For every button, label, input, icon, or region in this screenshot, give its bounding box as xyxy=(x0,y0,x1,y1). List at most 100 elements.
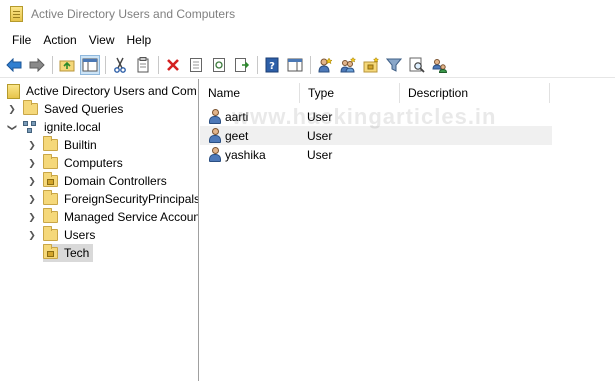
menu-file[interactable]: File xyxy=(6,33,37,47)
menu-help[interactable]: Help xyxy=(121,33,158,47)
list-cell-type: User xyxy=(307,109,333,124)
show-console-tree-icon xyxy=(82,58,98,71)
tree-item-label: ignite.local xyxy=(44,120,101,134)
copy-icon xyxy=(137,56,149,72)
show-action-pane-icon xyxy=(287,58,303,71)
delete-icon xyxy=(167,58,179,71)
find-icon xyxy=(409,57,425,73)
forward-arrow-icon xyxy=(29,57,45,72)
list-item[interactable]: aarti User xyxy=(200,107,552,126)
tree-item-label: Builtin xyxy=(64,138,97,152)
refresh-icon xyxy=(213,57,225,72)
folder-icon xyxy=(43,190,58,205)
toolbar: ? xyxy=(0,52,615,78)
tree-item-tech[interactable]: Tech xyxy=(43,244,94,262)
list-cell-name: aarti xyxy=(200,109,300,124)
tree-item-label: Computers xyxy=(64,156,123,170)
svg-text:?: ? xyxy=(269,61,275,72)
tree-item-label: Users xyxy=(64,228,96,242)
filter-icon xyxy=(386,58,402,72)
menu-view[interactable]: View xyxy=(83,33,121,47)
tree-item-managed-service-accounts[interactable]: ❯ Managed Service Accoun xyxy=(27,208,198,226)
user-icon xyxy=(208,109,222,124)
app-icon xyxy=(10,6,23,22)
tree-item-label: Saved Queries xyxy=(44,102,124,116)
tree-item-domain[interactable]: ❯ ignite.local xyxy=(7,118,101,136)
add-to-group-button[interactable] xyxy=(430,55,450,75)
domain-icon xyxy=(23,120,38,134)
properties-button[interactable] xyxy=(186,55,206,75)
toolbar-separator xyxy=(52,55,53,74)
toolbar-separator xyxy=(105,55,106,74)
column-header-type[interactable]: Type xyxy=(300,83,400,103)
aduc-root-icon xyxy=(7,83,20,99)
new-group-button[interactable] xyxy=(338,55,358,75)
help-button[interactable]: ? xyxy=(262,55,282,75)
menu-action[interactable]: Action xyxy=(37,33,82,47)
tree-item-users[interactable]: ❯ Users xyxy=(27,226,95,244)
tree-item-domain-controllers[interactable]: ❯ Domain Controllers xyxy=(27,172,167,190)
folder-icon xyxy=(43,136,58,151)
show-hide-console-tree-button[interactable] xyxy=(80,54,100,75)
tree-item-foreign-security-principals[interactable]: ❯ ForeignSecurityPrincipals xyxy=(27,190,199,208)
tree-item-label: ForeignSecurityPrincipals xyxy=(64,192,199,206)
new-ou-icon xyxy=(363,56,379,72)
chevron-right-icon[interactable]: ❯ xyxy=(27,194,37,205)
chevron-right-icon[interactable]: ❯ xyxy=(27,230,37,241)
new-user-button[interactable] xyxy=(315,55,335,75)
list-item[interactable]: yashika User xyxy=(200,145,552,164)
new-ou-button[interactable] xyxy=(361,55,381,75)
toolbar-separator xyxy=(158,55,159,74)
console-tree[interactable]: Active Directory Users and Com ❯ Saved Q… xyxy=(0,79,199,381)
show-hide-action-pane-button[interactable] xyxy=(285,55,305,75)
chevron-right-icon[interactable]: ❯ xyxy=(27,158,37,169)
chevron-right-icon[interactable]: ❯ xyxy=(27,176,37,187)
folder-icon xyxy=(43,154,58,169)
user-icon xyxy=(208,128,222,143)
toolbar-separator xyxy=(257,55,258,74)
tree-item-saved-queries[interactable]: ❯ Saved Queries xyxy=(7,100,123,118)
user-icon xyxy=(208,147,222,162)
user-name: yashika xyxy=(225,147,266,162)
up-one-level-button[interactable] xyxy=(57,55,77,75)
tree-root[interactable]: Active Directory Users and Com xyxy=(7,82,197,100)
list-cell-name: geet xyxy=(200,128,300,143)
forward-button[interactable] xyxy=(27,55,47,75)
delete-button[interactable] xyxy=(163,55,183,75)
column-header-name[interactable]: Name xyxy=(200,83,300,103)
user-name: geet xyxy=(225,128,249,143)
chevron-right-icon[interactable]: ❯ xyxy=(27,212,37,223)
add-to-group-icon xyxy=(432,58,448,73)
tree-item-computers[interactable]: ❯ Computers xyxy=(27,154,123,172)
find-button[interactable] xyxy=(407,55,427,75)
list-item[interactable]: geet User xyxy=(200,126,552,145)
ou-folder-icon xyxy=(43,244,58,259)
toolbar-separator xyxy=(310,55,311,74)
list-header: Name Type Description xyxy=(200,83,615,103)
help-icon: ? xyxy=(265,57,279,72)
cut-button[interactable] xyxy=(110,55,130,75)
folder-icon xyxy=(43,226,58,241)
refresh-button[interactable] xyxy=(209,55,229,75)
details-list[interactable]: Name Type Description aarti User geet Us… xyxy=(200,79,615,381)
menu-bar: File Action View Help xyxy=(0,30,615,50)
tree-item-builtin[interactable]: ❯ Builtin xyxy=(27,136,97,154)
properties-icon xyxy=(190,57,202,72)
new-group-icon xyxy=(340,56,356,72)
export-list-button[interactable] xyxy=(232,55,252,75)
folder-icon xyxy=(43,208,58,223)
tree-item-label: Domain Controllers xyxy=(64,174,167,188)
user-name: aarti xyxy=(225,109,249,124)
copy-button[interactable] xyxy=(133,55,153,75)
folder-icon xyxy=(23,100,38,115)
chevron-right-icon[interactable]: ❯ xyxy=(7,104,17,115)
back-button[interactable] xyxy=(4,55,24,75)
title-bar: Active Directory Users and Computers xyxy=(0,0,615,28)
filter-button[interactable] xyxy=(384,55,404,75)
list-cell-type: User xyxy=(307,128,333,143)
ou-folder-icon xyxy=(43,172,58,187)
list-cell-type: User xyxy=(307,147,333,162)
chevron-right-icon[interactable]: ❯ xyxy=(27,140,37,151)
column-header-description[interactable]: Description xyxy=(400,83,550,103)
chevron-down-icon[interactable]: ❯ xyxy=(7,122,18,132)
